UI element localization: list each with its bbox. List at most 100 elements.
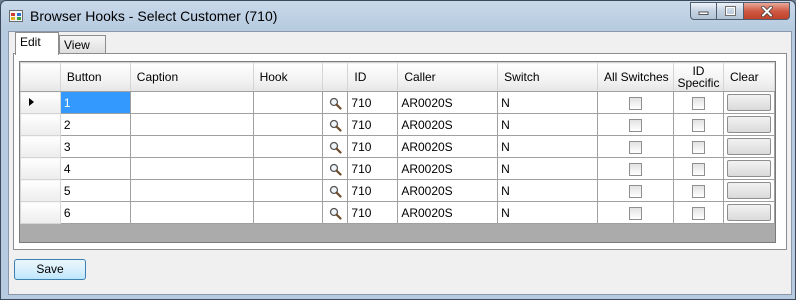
cell-switch[interactable]: N [497,201,598,224]
column-header-id-specific[interactable]: ID Specific [672,62,724,92]
customer-hooks-grid[interactable]: Button Caption Hook ID Caller Switch All… [19,61,776,243]
id-specific-checkbox[interactable] [691,118,705,132]
column-header-caller[interactable]: Caller [397,62,499,92]
cell-button[interactable]: 3 [59,135,131,158]
table-row[interactable]: 5 710 AR0020S N [20,179,775,202]
cell-clear[interactable] [722,179,775,202]
cell-id[interactable]: 710 [347,113,399,136]
cell-clear[interactable] [722,201,775,224]
cell-clear[interactable] [722,135,775,158]
cell-hook[interactable] [252,179,324,202]
cell-all-switches[interactable] [596,135,674,158]
cell-switch[interactable]: N [497,113,598,136]
cell-switch[interactable]: N [497,135,598,158]
cell-switch[interactable]: N [497,157,598,180]
cell-hook[interactable] [252,91,324,114]
cell-id[interactable]: 710 [347,157,399,180]
table-row[interactable]: 6 710 AR0020S N [20,201,775,224]
column-header-clear[interactable]: Clear [722,62,775,92]
title-bar[interactable]: Browser Hooks - Select Customer (710) [1,1,795,31]
column-header-switch[interactable]: Switch [497,62,598,92]
cell-caller[interactable]: AR0020S [397,201,499,224]
column-header-id[interactable]: ID [347,62,399,92]
maximize-button[interactable] [717,2,744,20]
cell-caption[interactable] [129,135,254,158]
cell-lookup[interactable] [322,201,349,224]
cell-id[interactable]: 710 [347,201,399,224]
clear-button[interactable] [726,182,771,199]
column-header-lookup[interactable] [322,62,349,92]
cell-lookup[interactable] [322,91,349,114]
cell-all-switches[interactable] [596,113,674,136]
cell-button[interactable]: 1 [59,91,131,114]
clear-button[interactable] [726,204,771,221]
cell-id-specific[interactable] [672,135,724,158]
cell-id-specific[interactable] [672,91,724,114]
cell-caller[interactable]: AR0020S [397,91,499,114]
cell-clear[interactable] [722,91,775,114]
all-switches-checkbox[interactable] [628,140,642,154]
magnifier-icon[interactable] [329,185,342,198]
magnifier-icon[interactable] [329,207,342,220]
cell-all-switches[interactable] [596,91,674,114]
all-switches-checkbox[interactable] [628,206,642,220]
clear-button[interactable] [726,160,771,177]
cell-caller[interactable]: AR0020S [397,113,499,136]
row-header[interactable] [20,179,61,202]
id-specific-checkbox[interactable] [691,206,705,220]
clear-button[interactable] [726,94,771,111]
cell-button[interactable]: 5 [59,179,131,202]
save-button[interactable]: Save [14,259,86,280]
cell-all-switches[interactable] [596,179,674,202]
column-header-hook[interactable]: Hook [252,62,324,92]
all-switches-checkbox[interactable] [628,184,642,198]
cell-id[interactable]: 710 [347,179,399,202]
row-header[interactable] [20,91,61,114]
column-header-all-switches[interactable]: All Switches [596,62,674,92]
cell-caption[interactable] [129,201,254,224]
magnifier-icon[interactable] [329,141,342,154]
cell-lookup[interactable] [322,135,349,158]
tab-view-all[interactable]: View All [59,35,106,71]
close-button[interactable] [744,2,790,20]
row-header[interactable] [20,201,61,224]
cell-hook[interactable] [252,113,324,136]
tab-edit[interactable]: Edit [15,32,59,55]
all-switches-checkbox[interactable] [628,118,642,132]
cell-clear[interactable] [722,113,775,136]
table-row[interactable]: 1 710 AR0020S N [20,91,775,114]
table-row[interactable]: 4 710 AR0020S N [20,157,775,180]
cell-caption[interactable] [129,113,254,136]
cell-clear[interactable] [722,157,775,180]
id-specific-checkbox[interactable] [691,184,705,198]
all-switches-checkbox[interactable] [628,96,642,110]
cell-caption[interactable] [129,91,254,114]
all-switches-checkbox[interactable] [628,162,642,176]
cell-button[interactable]: 2 [59,113,131,136]
magnifier-icon[interactable] [329,97,342,110]
table-row[interactable]: 3 710 AR0020S N [20,135,775,158]
column-header-caption[interactable]: Caption [129,62,254,92]
table-row[interactable]: 2 710 AR0020S N [20,113,775,136]
cell-caller[interactable]: AR0020S [397,157,499,180]
magnifier-icon[interactable] [329,119,342,132]
cell-id-specific[interactable] [672,201,724,224]
id-specific-checkbox[interactable] [691,162,705,176]
cell-hook[interactable] [252,201,324,224]
row-header[interactable] [20,135,61,158]
cell-caller[interactable]: AR0020S [397,135,499,158]
cell-hook[interactable] [252,135,324,158]
cell-all-switches[interactable] [596,157,674,180]
clear-button[interactable] [726,116,771,133]
cell-id-specific[interactable] [672,179,724,202]
cell-all-switches[interactable] [596,201,674,224]
cell-id-specific[interactable] [672,113,724,136]
magnifier-icon[interactable] [329,163,342,176]
cell-hook[interactable] [252,157,324,180]
cell-caption[interactable] [129,179,254,202]
cell-lookup[interactable] [322,157,349,180]
id-specific-checkbox[interactable] [691,140,705,154]
cell-switch[interactable]: N [497,91,598,114]
cell-caller[interactable]: AR0020S [397,179,499,202]
column-header-button[interactable]: Button [59,62,131,92]
